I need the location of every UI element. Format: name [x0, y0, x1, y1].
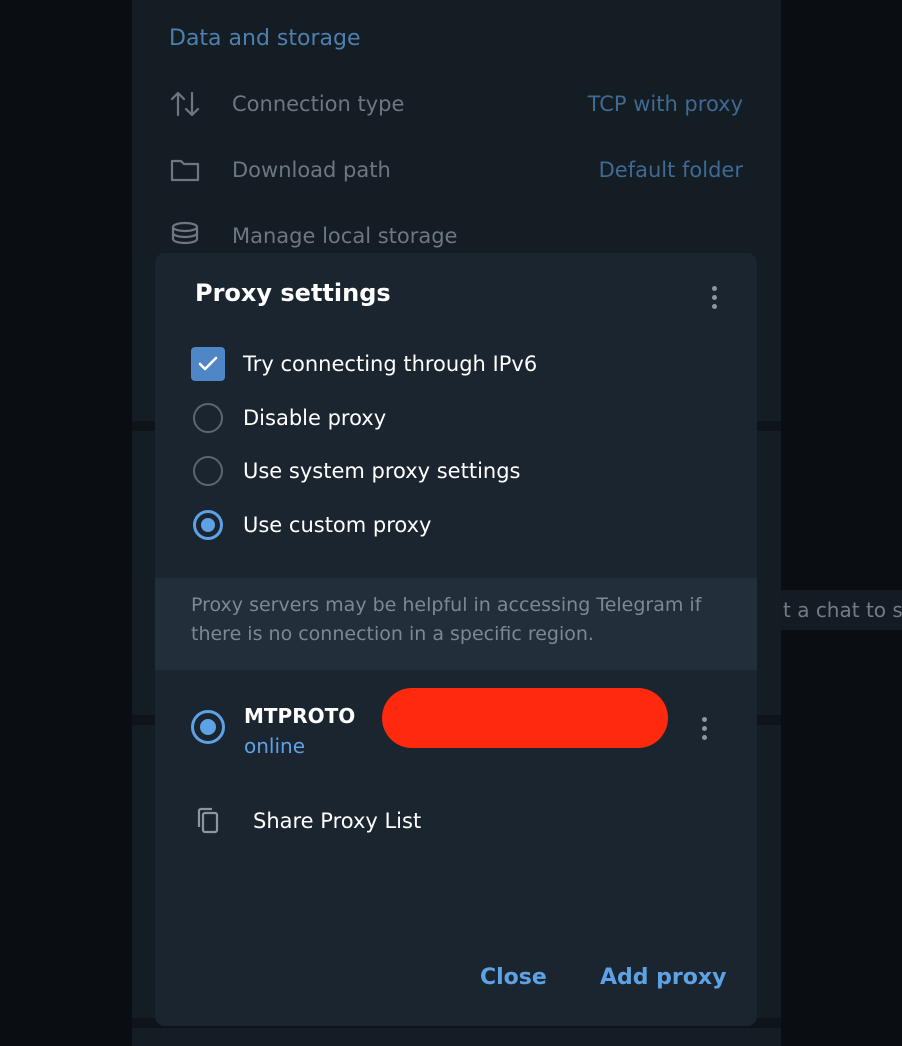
checkmark-icon: [198, 356, 218, 371]
download-path-row[interactable]: Download path Default folder: [168, 150, 743, 190]
download-path-value: Default folder: [598, 158, 743, 182]
ipv6-checkbox-option[interactable]: Try connecting through IPv6: [191, 346, 537, 382]
dot: [701, 725, 707, 731]
arrows-up-down-icon: [168, 87, 202, 121]
radio-button[interactable]: [193, 403, 223, 433]
proxy-info-text: Proxy servers may be helpful in accessin…: [155, 578, 757, 670]
manage-storage-label: Manage local storage: [232, 224, 458, 248]
system-proxy-label: Use system proxy settings: [243, 459, 521, 483]
radio-button-selected[interactable]: [193, 510, 223, 540]
folder-icon: [168, 153, 202, 187]
section-title: Data and storage: [169, 26, 361, 51]
ipv6-label: Try connecting through IPv6: [243, 352, 538, 376]
system-proxy-option[interactable]: Use system proxy settings: [191, 453, 520, 489]
copy-icon: [191, 804, 225, 838]
custom-proxy-label: Use custom proxy: [243, 513, 432, 537]
disable-proxy-label: Disable proxy: [243, 406, 387, 430]
more-vertical-icon: [711, 285, 717, 291]
add-proxy-button[interactable]: Add proxy: [600, 965, 726, 990]
dialog-menu-button[interactable]: [704, 280, 724, 314]
proxy-list-item[interactable]: MTPROTO online: [191, 688, 731, 768]
proxy-radio-selected[interactable]: [191, 710, 225, 744]
dot: [701, 734, 707, 740]
download-path-label: Download path: [232, 158, 391, 182]
custom-proxy-option[interactable]: Use custom proxy: [191, 507, 431, 543]
connection-type-row[interactable]: Connection type TCP with proxy: [168, 84, 743, 124]
disable-proxy-option[interactable]: Disable proxy: [191, 400, 386, 436]
manage-storage-row[interactable]: Manage local storage: [168, 216, 743, 256]
connection-type-value: TCP with proxy: [587, 92, 743, 116]
radio-button[interactable]: [193, 456, 223, 486]
redaction-mark: [382, 688, 668, 748]
checkbox[interactable]: [191, 347, 225, 381]
proxy-name: MTPROTO: [244, 704, 356, 728]
close-button[interactable]: Close: [480, 965, 547, 990]
proxy-status: online: [244, 734, 306, 758]
dialog-title: Proxy settings: [195, 279, 391, 307]
dot: [711, 294, 717, 300]
database-icon: [168, 219, 202, 253]
chat-placeholder-text: t a chat to s: [781, 590, 902, 630]
share-proxy-list-label: Share Proxy List: [253, 809, 422, 833]
proxy-settings-dialog: Proxy settings Try connecting through IP…: [155, 253, 757, 1026]
proxy-item-menu-button[interactable]: [694, 711, 714, 745]
more-vertical-icon: [701, 716, 707, 722]
connection-type-label: Connection type: [232, 92, 405, 116]
dot: [711, 303, 717, 309]
share-proxy-list-button[interactable]: Share Proxy List: [191, 801, 421, 841]
